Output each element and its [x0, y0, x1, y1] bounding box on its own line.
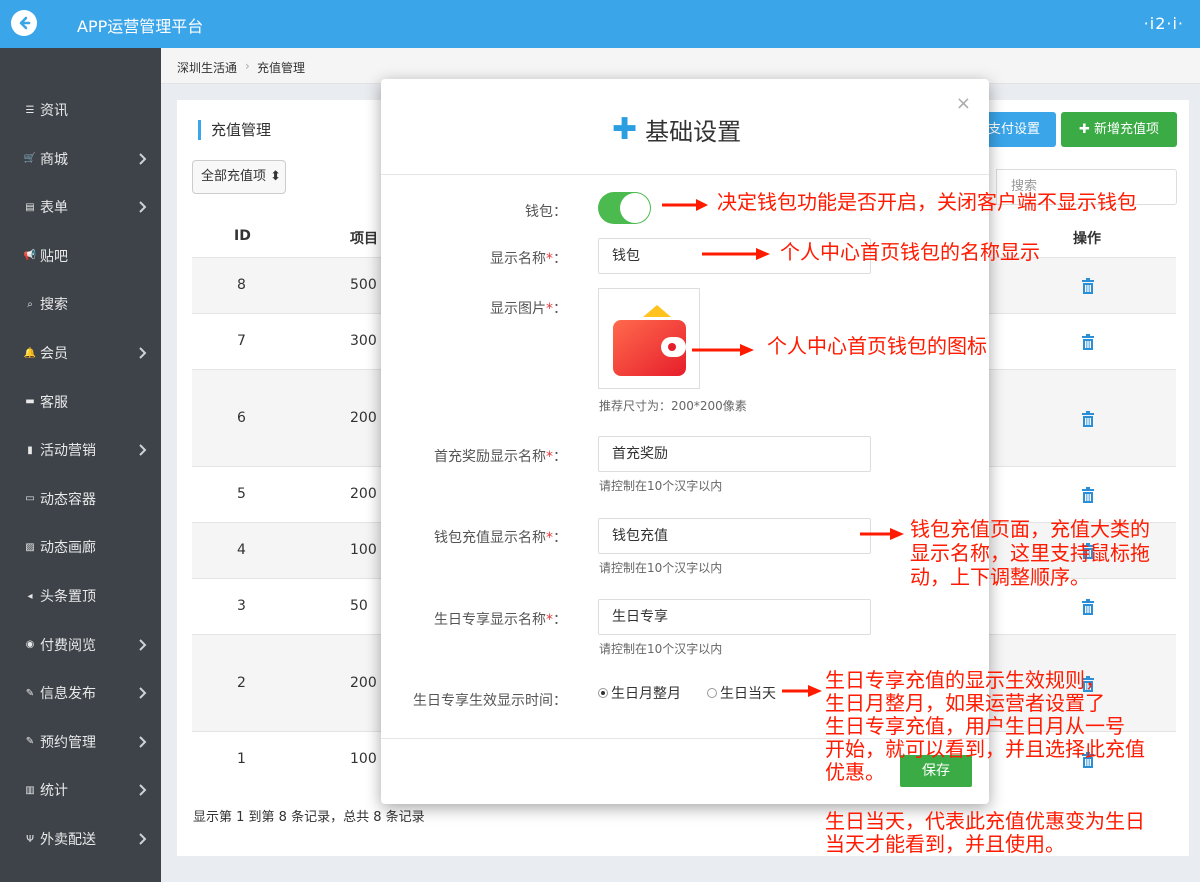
- display-name-label-text: 显示名称: [490, 251, 546, 267]
- radio-birthday-month[interactable]: 生日月整月: [598, 683, 681, 703]
- user-menu[interactable]: ·i2·i·: [1144, 14, 1184, 33]
- close-icon[interactable]: ×: [956, 93, 971, 114]
- modal-title-text: 基础设置: [645, 118, 742, 146]
- required-mark: *: [546, 449, 553, 465]
- wallet-recharge-input[interactable]: 钱包充值: [598, 518, 871, 554]
- back-button[interactable]: [11, 10, 37, 36]
- label-colon: ：: [553, 251, 567, 267]
- wallet-image-upload[interactable]: [598, 288, 700, 389]
- annotation-arrow: [860, 528, 904, 540]
- annotation-line: 生日月整月，如果运营者设置了: [825, 691, 1105, 715]
- required-mark: *: [546, 301, 553, 317]
- top-bar: APP运营管理平台 ·i2·i·: [0, 0, 1200, 48]
- birthday-input[interactable]: 生日专享: [598, 599, 871, 635]
- birthday-label-text: 生日专享显示名称: [434, 612, 546, 628]
- first-recharge-input[interactable]: 首充奖励: [598, 436, 871, 472]
- annotation-birthday-rule: 生日专享充值的显示生效规则， 生日月整月，如果运营者设置了 生日专享充值，用户生…: [825, 669, 1145, 784]
- wallet-recharge-label-text: 钱包充值显示名称: [434, 530, 546, 546]
- first-recharge-label: 首充奖励显示名称*：: [381, 446, 567, 466]
- radio-birthday-day-label: 生日当天: [720, 686, 776, 702]
- display-image-label-text: 显示图片: [490, 301, 546, 317]
- annotation-line: 开始，就可以看到，并且选择此充值: [825, 737, 1145, 761]
- annotation-arrow: [662, 199, 708, 211]
- arrow-left-icon: [19, 16, 31, 30]
- annotation-arrow: [702, 248, 770, 260]
- annotation-birthday-day: 生日当天，代表此充值优惠变为生日 当天才能看到，并且使用。: [825, 810, 1145, 856]
- birthday-help: 请控制在10个汉字以内: [599, 642, 723, 656]
- annotation-line: 生日专享充值的显示生效规则，: [825, 668, 1105, 692]
- annotation-wallet-toggle: 决定钱包功能是否开启，关闭客户端不显示钱包: [717, 190, 1137, 214]
- radio-dot: [707, 688, 717, 698]
- label-colon: ：: [553, 612, 567, 628]
- annotation-line: 生日专享充值，用户生日月从一号: [825, 714, 1125, 738]
- annotation-line: 动，上下调整顺序。: [910, 565, 1090, 589]
- annotation-line: 钱包充值页面，充值大类的: [910, 517, 1150, 541]
- annotation-line: 优惠。: [825, 760, 885, 784]
- annotation-line: 生日当天，代表此充值优惠变为生日: [825, 809, 1145, 833]
- annotation-display-name: 个人中心首页钱包的名称显示: [780, 240, 1040, 264]
- birthday-time-label: 生日专享生效显示时间：: [413, 693, 567, 709]
- label-colon: ：: [553, 449, 567, 465]
- annotation-line: 当天才能看到，并且使用。: [825, 832, 1065, 856]
- annotation-wallet-recharge: 钱包充值页面，充值大类的 显示名称，这里支持鼠标拖 动，上下调整顺序。: [910, 517, 1150, 589]
- label-colon: ：: [553, 301, 567, 317]
- required-mark: *: [546, 612, 553, 628]
- radio-birthday-month-label: 生日月整月: [611, 686, 681, 702]
- annotation-line: 显示名称，这里支持鼠标拖: [910, 541, 1150, 565]
- required-mark: *: [546, 530, 553, 546]
- first-recharge-help: 请控制在10个汉字以内: [599, 479, 723, 493]
- first-recharge-label-text: 首充奖励显示名称: [434, 449, 546, 465]
- toggle-knob: [620, 193, 650, 223]
- wallet-recharge-help: 请控制在10个汉字以内: [599, 561, 723, 575]
- modal-title: ✚ 基础设置: [612, 112, 741, 147]
- birthday-label: 生日专享显示名称*：: [381, 609, 567, 629]
- radio-dot: [598, 688, 608, 698]
- annotation-arrow: [692, 344, 754, 356]
- wallet-icon: [613, 305, 686, 376]
- image-size-hint: 推荐尺寸为：200*200像素: [599, 399, 747, 413]
- label-colon: ：: [553, 530, 567, 546]
- required-mark: *: [546, 251, 553, 267]
- annotation-arrow: [782, 685, 822, 697]
- wallet-label: 钱包：: [525, 204, 567, 220]
- app-title: APP运营管理平台: [77, 17, 204, 36]
- plus-icon: ✚: [612, 111, 638, 147]
- display-name-label: 显示名称*：: [381, 248, 567, 268]
- wallet-recharge-label: 钱包充值显示名称*：: [381, 527, 567, 547]
- modal-header: ✚ 基础设置 ×: [381, 79, 989, 175]
- annotation-wallet-icon: 个人中心首页钱包的图标: [767, 334, 987, 358]
- display-image-label: 显示图片*：: [381, 298, 567, 318]
- radio-birthday-day[interactable]: 生日当天: [707, 683, 776, 703]
- wallet-toggle[interactable]: [598, 192, 651, 224]
